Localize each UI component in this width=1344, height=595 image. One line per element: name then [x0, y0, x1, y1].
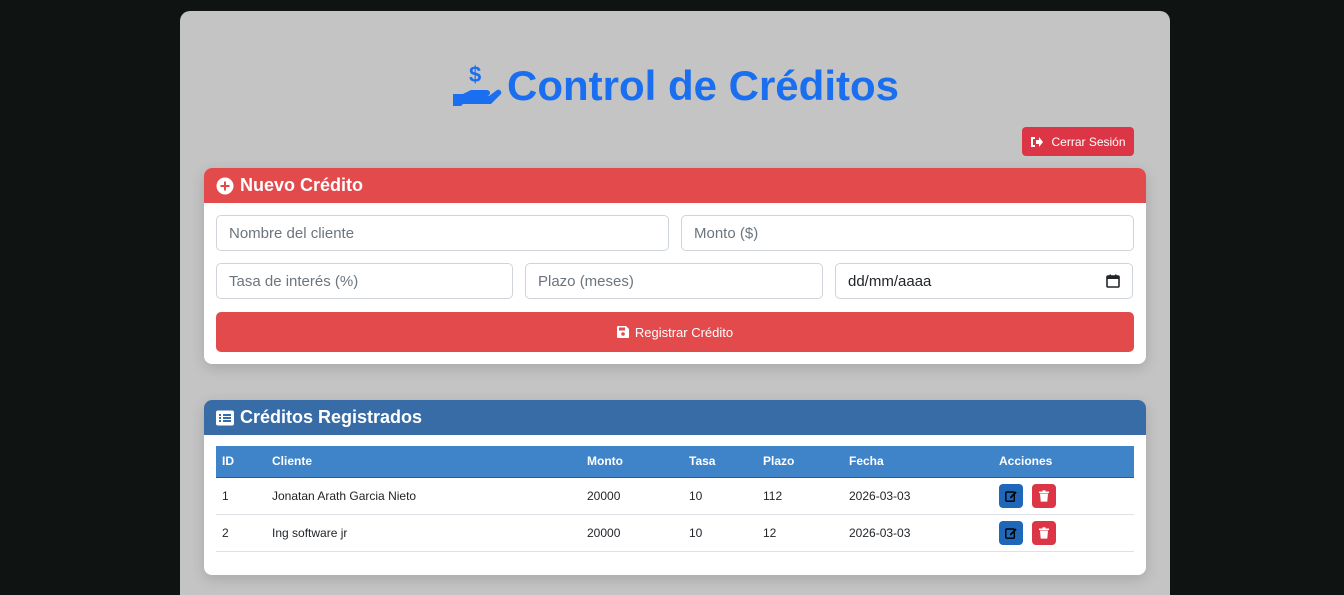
cell-rate: 10 — [683, 477, 757, 515]
svg-text:$: $ — [469, 62, 481, 87]
delete-button[interactable] — [1032, 520, 1057, 545]
delete-button[interactable] — [1032, 483, 1057, 508]
cell-term: 112 — [757, 477, 843, 515]
plus-circle-icon — [216, 177, 234, 194]
edit-button[interactable] — [999, 483, 1023, 508]
trash-icon — [1039, 526, 1050, 539]
client-name-input[interactable]: Nombre del cliente — [216, 215, 669, 251]
logout-button[interactable]: Cerrar Sesión — [1022, 127, 1134, 156]
cell-amount: 20000 — [581, 477, 683, 515]
cell-client: Jonatan Arath Garcia Nieto — [266, 477, 581, 515]
cell-amount: 20000 — [581, 514, 683, 552]
table-row: 2 Ing software jr 20000 10 12 2026-03-03 — [216, 514, 1134, 552]
trash-icon — [1039, 489, 1050, 502]
edit-icon — [1005, 490, 1017, 502]
register-credit-button[interactable]: Registrar Crédito — [216, 312, 1134, 352]
client-name-placeholder: Nombre del cliente — [229, 224, 355, 242]
new-credit-header: Nuevo Crédito — [204, 168, 1146, 203]
list-icon — [216, 410, 234, 425]
cell-id: 1 — [216, 477, 266, 515]
term-placeholder: Plazo (meses) — [538, 272, 634, 290]
date-placeholder: dd/mm/aaaa — [848, 272, 932, 290]
page-title: $ Control de Créditos — [180, 61, 1170, 111]
hand-holding-dollar-icon: $ — [452, 62, 502, 106]
date-input[interactable]: dd/mm/aaaa — [835, 263, 1133, 299]
column-header-id: ID — [216, 446, 266, 478]
cell-date: 2026-03-03 — [843, 477, 993, 515]
column-header-actions: Acciones — [993, 446, 1134, 478]
column-header-date: Fecha — [843, 446, 993, 478]
credits-list-title: Créditos Registrados — [240, 407, 423, 427]
sign-out-icon — [1031, 136, 1044, 147]
interest-rate-input[interactable]: Tasa de interés (%) — [216, 263, 513, 299]
page-title-text: Control de Créditos — [506, 62, 899, 109]
cell-client: Ing software jr — [266, 514, 581, 552]
amount-input[interactable]: Monto ($) — [681, 215, 1134, 251]
save-icon — [616, 326, 629, 338]
column-header-term: Plazo — [757, 446, 843, 478]
credits-table: ID Cliente Monto Tasa Plazo Fecha Accion… — [216, 446, 1134, 552]
register-credit-label: Registrar Crédito — [634, 324, 734, 340]
cell-actions — [993, 514, 1134, 552]
edit-icon — [1005, 527, 1017, 539]
amount-placeholder: Monto ($) — [694, 224, 759, 242]
term-input[interactable]: Plazo (meses) — [525, 263, 823, 299]
cell-rate: 10 — [683, 514, 757, 552]
cell-term: 12 — [757, 514, 843, 552]
calendar-icon[interactable] — [1106, 274, 1120, 288]
table-header-row: ID Cliente Monto Tasa Plazo Fecha Accion… — [216, 446, 1134, 478]
logout-label: Cerrar Sesión — [1051, 134, 1126, 149]
credits-list-card: Créditos Registrados ID Cliente Monto Ta… — [204, 400, 1146, 575]
column-header-client: Cliente — [266, 446, 581, 478]
table-row: 1 Jonatan Arath Garcia Nieto 20000 10 11… — [216, 477, 1134, 515]
edit-button[interactable] — [999, 520, 1023, 545]
column-header-amount: Monto — [581, 446, 683, 478]
cell-id: 2 — [216, 514, 266, 552]
new-credit-card: Nuevo Crédito Nombre del cliente Monto (… — [204, 168, 1146, 364]
main-panel: $ Control de Créditos Cerrar Sesión Nuev… — [180, 11, 1170, 595]
interest-rate-placeholder: Tasa de interés (%) — [229, 272, 359, 290]
column-header-rate: Tasa — [683, 446, 757, 478]
cell-actions — [993, 477, 1134, 515]
credits-list-header: Créditos Registrados — [204, 400, 1146, 435]
cell-date: 2026-03-03 — [843, 514, 993, 552]
new-credit-title: Nuevo Crédito — [240, 175, 364, 195]
